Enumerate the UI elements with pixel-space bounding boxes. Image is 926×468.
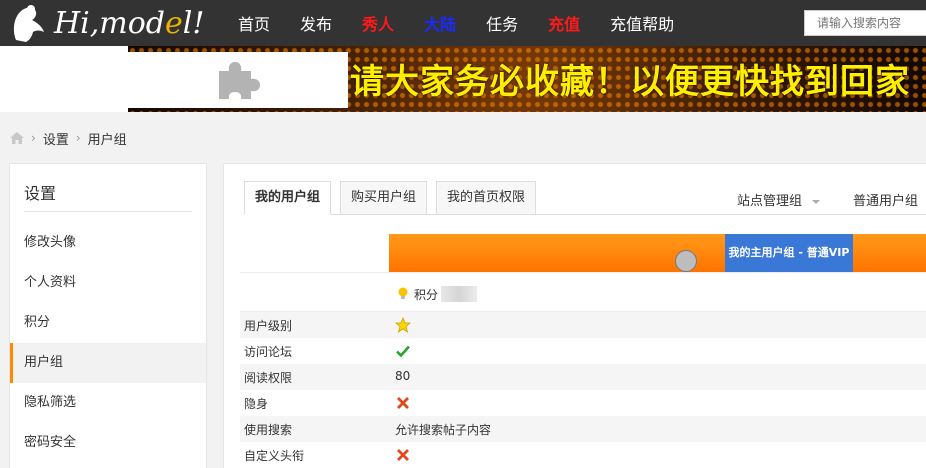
main-nav: 首页 发布 秀人 大陆 任务 充值 充值帮助 bbox=[238, 0, 704, 46]
site-admin-group-select[interactable]: 站点管理组 bbox=[737, 190, 821, 209]
row-divider bbox=[240, 272, 926, 273]
sidebar-item-password[interactable]: 密码安全 bbox=[10, 423, 206, 463]
breadcrumb-item-usergroup: 用户组 bbox=[87, 132, 127, 148]
sidebar-item-profile[interactable]: 个人资料 bbox=[10, 263, 206, 303]
settings-sidebar: 设置 修改头像 个人资料 积分 用户组 隐私筛选 密码安全 bbox=[9, 163, 207, 468]
sidebar-item-usergroup[interactable]: 用户组 bbox=[10, 343, 206, 383]
permission-key: 隐身 bbox=[244, 397, 269, 411]
lightbulb-icon bbox=[398, 287, 408, 299]
logo-text: Hi,model! bbox=[54, 5, 205, 41]
permission-value bbox=[395, 317, 411, 333]
tab-buy-usergroup[interactable]: 购买用户组 bbox=[340, 181, 428, 215]
permission-value: 允许搜索帖子内容 bbox=[395, 423, 492, 437]
logo-figure-icon bbox=[13, 5, 44, 42]
cross-icon bbox=[397, 397, 409, 409]
nav-item-1[interactable]: 发布 bbox=[300, 11, 332, 35]
star-icon bbox=[395, 317, 411, 333]
points-label: 积分 bbox=[414, 287, 439, 302]
plugin-placeholder bbox=[128, 52, 348, 108]
permission-key: 使用搜索 bbox=[244, 423, 293, 437]
nav-item-0[interactable]: 首页 bbox=[238, 11, 270, 35]
permission-value bbox=[395, 395, 411, 411]
sidebar-item-privacy[interactable]: 隐私筛选 bbox=[10, 383, 206, 423]
sidebar-divider bbox=[24, 211, 192, 212]
primary-usergroup-label: 我的主用户组 - 普通VIP bbox=[725, 234, 853, 272]
permission-row: 访问论坛 bbox=[240, 338, 926, 364]
sidebar-item-points[interactable]: 积分 bbox=[10, 303, 206, 343]
permission-key: 访问论坛 bbox=[244, 345, 293, 359]
permission-value bbox=[395, 343, 411, 359]
tab-bar: 我的用户组 购买用户组 我的首页权限 bbox=[244, 181, 545, 217]
nav-item-2[interactable]: 秀人 bbox=[362, 11, 394, 35]
points-row: 积分 bbox=[395, 284, 478, 304]
permission-row: 使用搜索 允许搜索帖子内容 bbox=[240, 416, 926, 442]
permission-row: 用户级别 bbox=[240, 312, 926, 338]
breadcrumb-separator: › bbox=[31, 131, 36, 145]
breadcrumb-separator: › bbox=[75, 131, 81, 145]
permission-value: 80 bbox=[395, 369, 411, 383]
sidebar-title: 设置 bbox=[24, 184, 57, 203]
permission-row: 自定义头衔 bbox=[240, 442, 926, 468]
nav-item-3[interactable]: 大陆 bbox=[424, 11, 456, 35]
breadcrumb: › 设置 › 用户组 bbox=[10, 128, 127, 148]
main-panel: 我的用户组 购买用户组 我的首页权限 站点管理组 普通用户组 我的主用户组 - … bbox=[223, 163, 926, 468]
permission-key: 自定义头衔 bbox=[244, 449, 305, 463]
banner[interactable]: 请大家务必收藏！以便更快找到回家 bbox=[0, 46, 926, 112]
breadcrumb-item-settings[interactable]: 设置 bbox=[43, 129, 69, 148]
banner-text: 请大家务必收藏！以便更快找到回家 bbox=[350, 62, 910, 102]
points-value-blurred bbox=[441, 286, 478, 302]
cross-icon bbox=[397, 449, 409, 461]
permission-row: 隐身 bbox=[240, 390, 926, 416]
search-input[interactable] bbox=[804, 10, 926, 36]
permission-key: 阅读权限 bbox=[244, 371, 293, 385]
nav-item-5[interactable]: 充值 bbox=[548, 11, 580, 35]
tab-homepage-permission[interactable]: 我的首页权限 bbox=[436, 181, 537, 215]
nav-item-6[interactable]: 充值帮助 bbox=[610, 11, 674, 35]
permission-value bbox=[395, 447, 411, 463]
sidebar-item-avatar[interactable]: 修改头像 bbox=[10, 223, 206, 263]
home-icon[interactable] bbox=[10, 132, 24, 144]
normal-user-group-select[interactable]: 普通用户组 bbox=[853, 190, 918, 209]
check-icon bbox=[396, 345, 410, 358]
site-logo[interactable]: Hi,model! bbox=[6, 0, 204, 46]
permission-key: 用户级别 bbox=[244, 319, 293, 333]
puzzle-icon bbox=[219, 62, 260, 99]
nav-item-4[interactable]: 任务 bbox=[486, 11, 518, 35]
permission-row: 阅读权限 80 bbox=[240, 364, 926, 390]
progress-knob[interactable] bbox=[675, 250, 697, 272]
tab-my-usergroup[interactable]: 我的用户组 bbox=[244, 181, 332, 215]
top-navbar: Hi,model! 首页 发布 秀人 大陆 任务 充值 充值帮助 bbox=[0, 0, 926, 46]
chevron-down-icon bbox=[812, 199, 821, 204]
